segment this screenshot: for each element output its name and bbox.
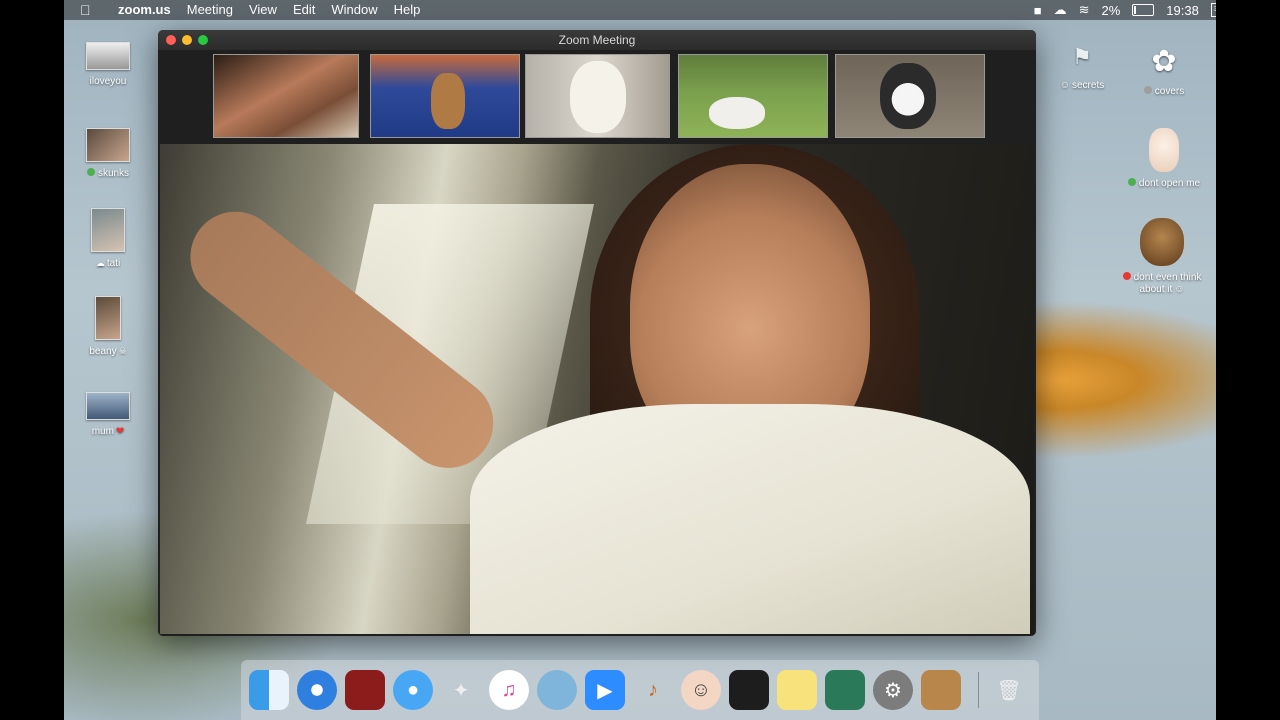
dock-separator bbox=[978, 672, 979, 708]
bunny-icon bbox=[1149, 128, 1179, 172]
letterbox-right bbox=[1216, 0, 1280, 720]
window-titlebar[interactable]: Zoom Meeting bbox=[158, 30, 1036, 50]
menu-help[interactable]: Help bbox=[386, 0, 429, 20]
dock: ● ✦ ♫ ▶ ♪ ☺ ⚙ 🗑 bbox=[241, 660, 1039, 720]
menu-meeting[interactable]: Meeting bbox=[179, 0, 241, 20]
desktop-item-label-row: covers bbox=[1134, 86, 1194, 97]
emoji-icon: ☺ bbox=[1059, 80, 1070, 91]
desktop-item-label-row: dont even think about it ☺ bbox=[1112, 272, 1212, 296]
desktop-item-skunks[interactable]: skunks bbox=[80, 128, 136, 179]
desktop-item-secrets[interactable]: ⚑ ☺ secrets bbox=[1052, 42, 1112, 91]
menu-view[interactable]: View bbox=[241, 0, 285, 20]
lion-icon bbox=[1140, 218, 1184, 266]
zoom-meeting-window: Zoom Meeting bbox=[158, 30, 1036, 636]
desktop-item-label: beany bbox=[89, 346, 117, 357]
emoji-icon: ☁ bbox=[95, 258, 105, 268]
desktop-item-mum[interactable]: mum ❤ bbox=[80, 392, 136, 437]
desktop-item-label-row: beany ☠ bbox=[80, 346, 136, 357]
clock[interactable]: 19:38 bbox=[1166, 3, 1199, 18]
desktop-item-tati[interactable]: ☁ tati bbox=[80, 208, 136, 269]
tag-dot bbox=[86, 168, 95, 176]
desktop-item-label-row: skunks bbox=[80, 168, 136, 179]
desktop-item-label-row: ☁ tati bbox=[80, 258, 136, 269]
battery-icon[interactable] bbox=[1132, 4, 1155, 16]
zoom-icon[interactable]: ▶ bbox=[585, 670, 625, 710]
desktop-item-dont-open-me[interactable]: dont open me bbox=[1120, 128, 1208, 189]
photo-thumbnail bbox=[95, 296, 121, 340]
launchpad-icon[interactable]: ✦ bbox=[441, 670, 481, 710]
desktop-item-label: skunks bbox=[97, 168, 130, 179]
desktop-item-label-row: dont open me bbox=[1120, 178, 1208, 189]
maximize-button[interactable] bbox=[198, 35, 208, 45]
desktop-item-label: iloveyou bbox=[89, 76, 127, 87]
husky-icon bbox=[880, 63, 936, 129]
bunny-icon: ✿ bbox=[1151, 45, 1177, 78]
key-icon: ⚑ bbox=[1072, 44, 1092, 69]
preview-icon[interactable] bbox=[825, 670, 865, 710]
letterbox-left bbox=[0, 0, 64, 720]
window-title: Zoom Meeting bbox=[558, 33, 636, 47]
tag-dot bbox=[1127, 178, 1136, 186]
wifi-icon[interactable]: ≋ bbox=[1079, 2, 1090, 18]
trash-icon[interactable]: 🗑 bbox=[989, 670, 1029, 710]
face-app-icon[interactable]: ☺ bbox=[681, 670, 721, 710]
skull-icon: ☠ bbox=[118, 346, 127, 356]
photo-thumbnail bbox=[91, 208, 125, 252]
contacts-icon[interactable] bbox=[921, 670, 961, 710]
stickies-icon[interactable] bbox=[777, 670, 817, 710]
participant-strip bbox=[158, 50, 1036, 144]
desktop-item-label-row: ☺ secrets bbox=[1052, 80, 1112, 91]
battery-percent[interactable]: 2% bbox=[1101, 3, 1120, 18]
itunes-icon[interactable]: ♫ bbox=[489, 670, 529, 710]
heart-icon: ❤ bbox=[115, 426, 125, 437]
menu-edit[interactable]: Edit bbox=[285, 0, 323, 20]
participant-tile-1[interactable] bbox=[213, 54, 359, 138]
desktop-item-label: secrets bbox=[1071, 80, 1105, 91]
photo-thumbnail bbox=[86, 128, 130, 162]
desktop:  zoom.us Meeting View Edit Window Help … bbox=[0, 0, 1280, 720]
apple-icon[interactable]:  bbox=[80, 2, 98, 18]
participant-tile-2[interactable] bbox=[370, 54, 520, 138]
participant-tile-3[interactable] bbox=[525, 54, 670, 138]
participant-tile-4[interactable] bbox=[678, 54, 828, 138]
safari-icon[interactable] bbox=[297, 670, 337, 710]
close-button[interactable] bbox=[166, 35, 176, 45]
desktop-item-iloveyou[interactable]: iloveyou bbox=[80, 42, 136, 87]
folder-thumbnail bbox=[86, 42, 130, 70]
emoji-icon: ☺ bbox=[1174, 284, 1185, 295]
video-shirt bbox=[470, 404, 1030, 634]
menu-bar:  zoom.us Meeting View Edit Window Help … bbox=[0, 0, 1280, 20]
minimize-button[interactable] bbox=[182, 35, 192, 45]
photo-thumbnail bbox=[86, 392, 130, 420]
desktop-item-beany[interactable]: beany ☠ bbox=[80, 296, 136, 357]
dog-icon bbox=[431, 73, 465, 129]
active-speaker-video[interactable] bbox=[160, 144, 1034, 634]
tag-dot bbox=[1143, 86, 1152, 94]
desktop-item-label: tati bbox=[106, 258, 121, 269]
photo-app-icon[interactable] bbox=[729, 670, 769, 710]
system-preferences-icon[interactable]: ⚙ bbox=[873, 670, 913, 710]
dog-icon bbox=[709, 97, 765, 129]
cloud-icon[interactable]: ☁ bbox=[1054, 2, 1067, 18]
garageband-icon[interactable]: ♪ bbox=[633, 670, 673, 710]
messages-icon[interactable]: ● bbox=[393, 670, 433, 710]
seal-app-icon[interactable] bbox=[537, 670, 577, 710]
desktop-item-label: mum bbox=[91, 426, 114, 437]
dog-icon bbox=[570, 61, 626, 133]
finder-icon[interactable] bbox=[249, 670, 289, 710]
zoom-status-icon[interactable]: ■ bbox=[1034, 3, 1042, 18]
desktop-item-label-row: mum ❤ bbox=[80, 426, 136, 437]
menu-window[interactable]: Window bbox=[323, 0, 385, 20]
desktop-item-label: dont even think about it bbox=[1133, 272, 1202, 295]
participant-tile-5[interactable] bbox=[835, 54, 985, 138]
desktop-item-covers[interactable]: ✿ covers bbox=[1134, 42, 1194, 97]
desktop-item-dont-even-think-about-it[interactable]: dont even think about it ☺ bbox=[1112, 218, 1212, 296]
tag-dot bbox=[1122, 272, 1131, 280]
desktop-item-label: covers bbox=[1154, 86, 1185, 97]
menu-app-name[interactable]: zoom.us bbox=[110, 0, 179, 20]
desktop-item-label: dont open me bbox=[1138, 178, 1201, 189]
photo-booth-icon[interactable] bbox=[345, 670, 385, 710]
